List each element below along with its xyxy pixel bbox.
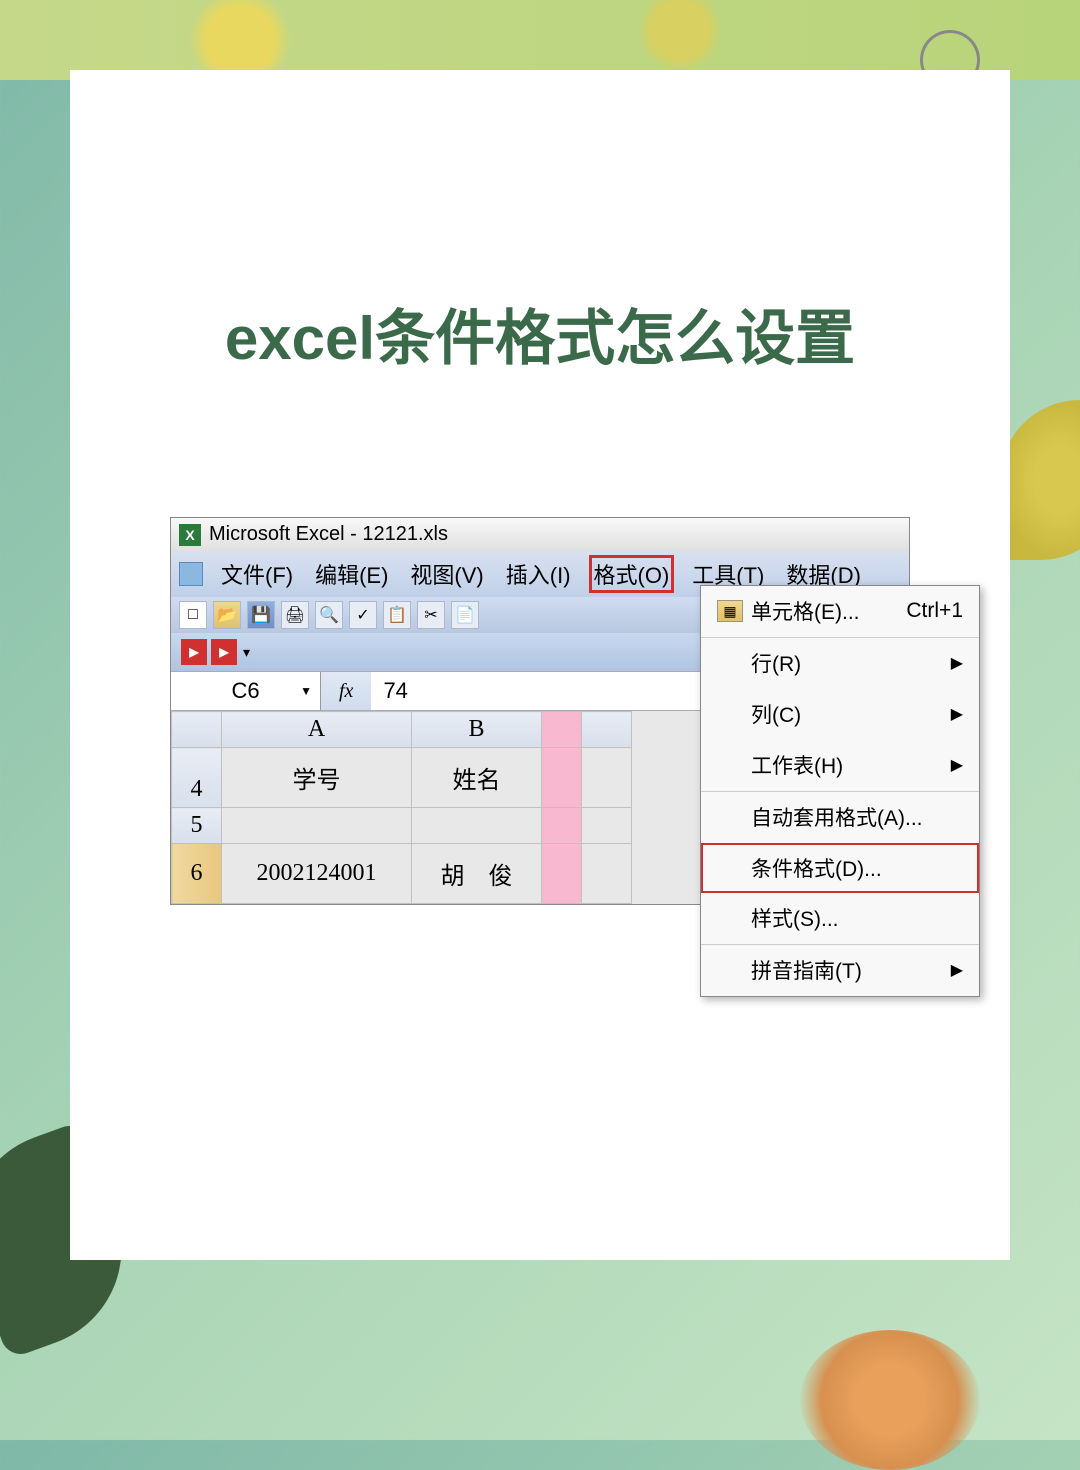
window-title: Microsoft Excel - 12121.xls [209, 523, 448, 546]
cells-icon: ▦ [717, 600, 743, 622]
column-header-c[interactable] [542, 712, 582, 748]
cell-b6[interactable]: 胡 俊 [412, 844, 542, 904]
cell-c4[interactable] [542, 748, 582, 808]
menu-item-conditional-format[interactable]: 条件格式(D)... [701, 843, 979, 893]
cell-a4[interactable]: 学号 [222, 748, 412, 808]
spacer-icon [717, 703, 743, 725]
spacer-icon [717, 806, 743, 828]
pdf-icon-2[interactable]: ▶ [211, 639, 237, 665]
menu-item-sheet-label: 工作表(H) [751, 750, 843, 780]
select-all-corner[interactable] [172, 712, 222, 748]
menu-item-column[interactable]: 列(C) ▶ [701, 689, 979, 740]
shortcut-label: Ctrl+1 [906, 599, 963, 623]
name-box-dropdown-icon[interactable]: ▼ [300, 684, 312, 698]
spacer-icon [717, 754, 743, 776]
spacer-icon [717, 652, 743, 674]
column-header-a[interactable]: A [222, 712, 412, 748]
excel-app-icon: X [179, 524, 201, 546]
menu-item-row[interactable]: 行(R) ▶ [701, 637, 979, 689]
print-icon[interactable]: 🖨 [281, 601, 309, 629]
menu-item-style[interactable]: 样式(S)... [701, 893, 979, 944]
cell-c5[interactable] [542, 808, 582, 844]
cell-d4[interactable] [582, 748, 632, 808]
print-preview-icon[interactable]: 🔍 [315, 601, 343, 629]
cell-b4[interactable]: 姓名 [412, 748, 542, 808]
row-header-6[interactable]: 6 [172, 844, 222, 904]
column-header-d[interactable] [582, 712, 632, 748]
cell-a5[interactable] [222, 808, 412, 844]
cell-d5[interactable] [582, 808, 632, 844]
name-box-value: C6 [231, 678, 259, 703]
excel-screenshot: X Microsoft Excel - 12121.xls 文件(F) 编辑(E… [100, 517, 980, 905]
cells-grid: A B 4 学号 姓名 5 [171, 711, 632, 904]
submenu-arrow-icon: ▶ [951, 960, 963, 980]
spellcheck-icon[interactable]: ✓ [349, 601, 377, 629]
format-dropdown-menu: ▦ 单元格(E)... Ctrl+1 行(R) ▶ 列(C) ▶ [700, 585, 980, 997]
menu-item-autoformat-label: 自动套用格式(A)... [751, 802, 923, 832]
copy-icon[interactable]: 📄 [451, 601, 479, 629]
menu-item-autoformat[interactable]: 自动套用格式(A)... [701, 791, 979, 843]
name-box[interactable]: C6 ▼ [171, 672, 321, 710]
menu-file[interactable]: 文件(F) [217, 556, 297, 592]
spacer-icon [717, 857, 743, 879]
page-title: excel条件格式怎么设置 [100, 290, 980, 377]
menu-item-conditional-label: 条件格式(D)... [751, 853, 882, 883]
menu-format[interactable]: 格式(O) [589, 555, 675, 593]
fx-label[interactable]: fx [321, 680, 371, 703]
toolbar-dropdown-icon[interactable]: ▾ [243, 644, 250, 661]
decorative-top-band [0, 0, 1080, 80]
spacer-icon [717, 959, 743, 981]
title-bar: X Microsoft Excel - 12121.xls [171, 518, 909, 551]
decorative-leaf [1000, 400, 1080, 560]
menu-item-sheet[interactable]: 工作表(H) ▶ [701, 740, 979, 791]
menu-item-column-label: 列(C) [751, 699, 801, 729]
cut-icon[interactable]: ✂ [417, 601, 445, 629]
research-icon[interactable]: 📋 [383, 601, 411, 629]
menu-item-cells-label: 单元格(E)... [751, 596, 860, 626]
cell-c6[interactable] [542, 844, 582, 904]
menu-item-row-label: 行(R) [751, 648, 801, 678]
document-icon [179, 562, 203, 586]
decorative-flower [800, 1330, 980, 1470]
content-card: excel条件格式怎么设置 X Microsoft Excel - 12121.… [70, 70, 1010, 1260]
row-header-5[interactable]: 5 [172, 808, 222, 844]
menu-item-phonetic[interactable]: 拼音指南(T) ▶ [701, 944, 979, 996]
submenu-arrow-icon: ▶ [951, 653, 963, 673]
new-file-icon[interactable]: □ [179, 601, 207, 629]
cell-b5[interactable] [412, 808, 542, 844]
menu-view[interactable]: 视图(V) [406, 556, 487, 592]
cell-d6[interactable] [582, 844, 632, 904]
row-header-4[interactable]: 4 [172, 748, 222, 808]
submenu-arrow-icon: ▶ [951, 704, 963, 724]
menu-item-phonetic-label: 拼音指南(T) [751, 955, 862, 985]
menu-insert[interactable]: 插入(I) [502, 556, 575, 592]
menu-item-cells[interactable]: ▦ 单元格(E)... Ctrl+1 [701, 586, 979, 637]
save-icon[interactable]: 💾 [247, 601, 275, 629]
menu-item-style-label: 样式(S)... [751, 903, 839, 933]
pdf-icon[interactable]: ▶ [181, 639, 207, 665]
column-header-b[interactable]: B [412, 712, 542, 748]
spacer-icon [717, 907, 743, 929]
menu-edit[interactable]: 编辑(E) [311, 556, 392, 592]
open-file-icon[interactable]: 📂 [213, 601, 241, 629]
cell-a6[interactable]: 2002124001 [222, 844, 412, 904]
submenu-arrow-icon: ▶ [951, 755, 963, 775]
